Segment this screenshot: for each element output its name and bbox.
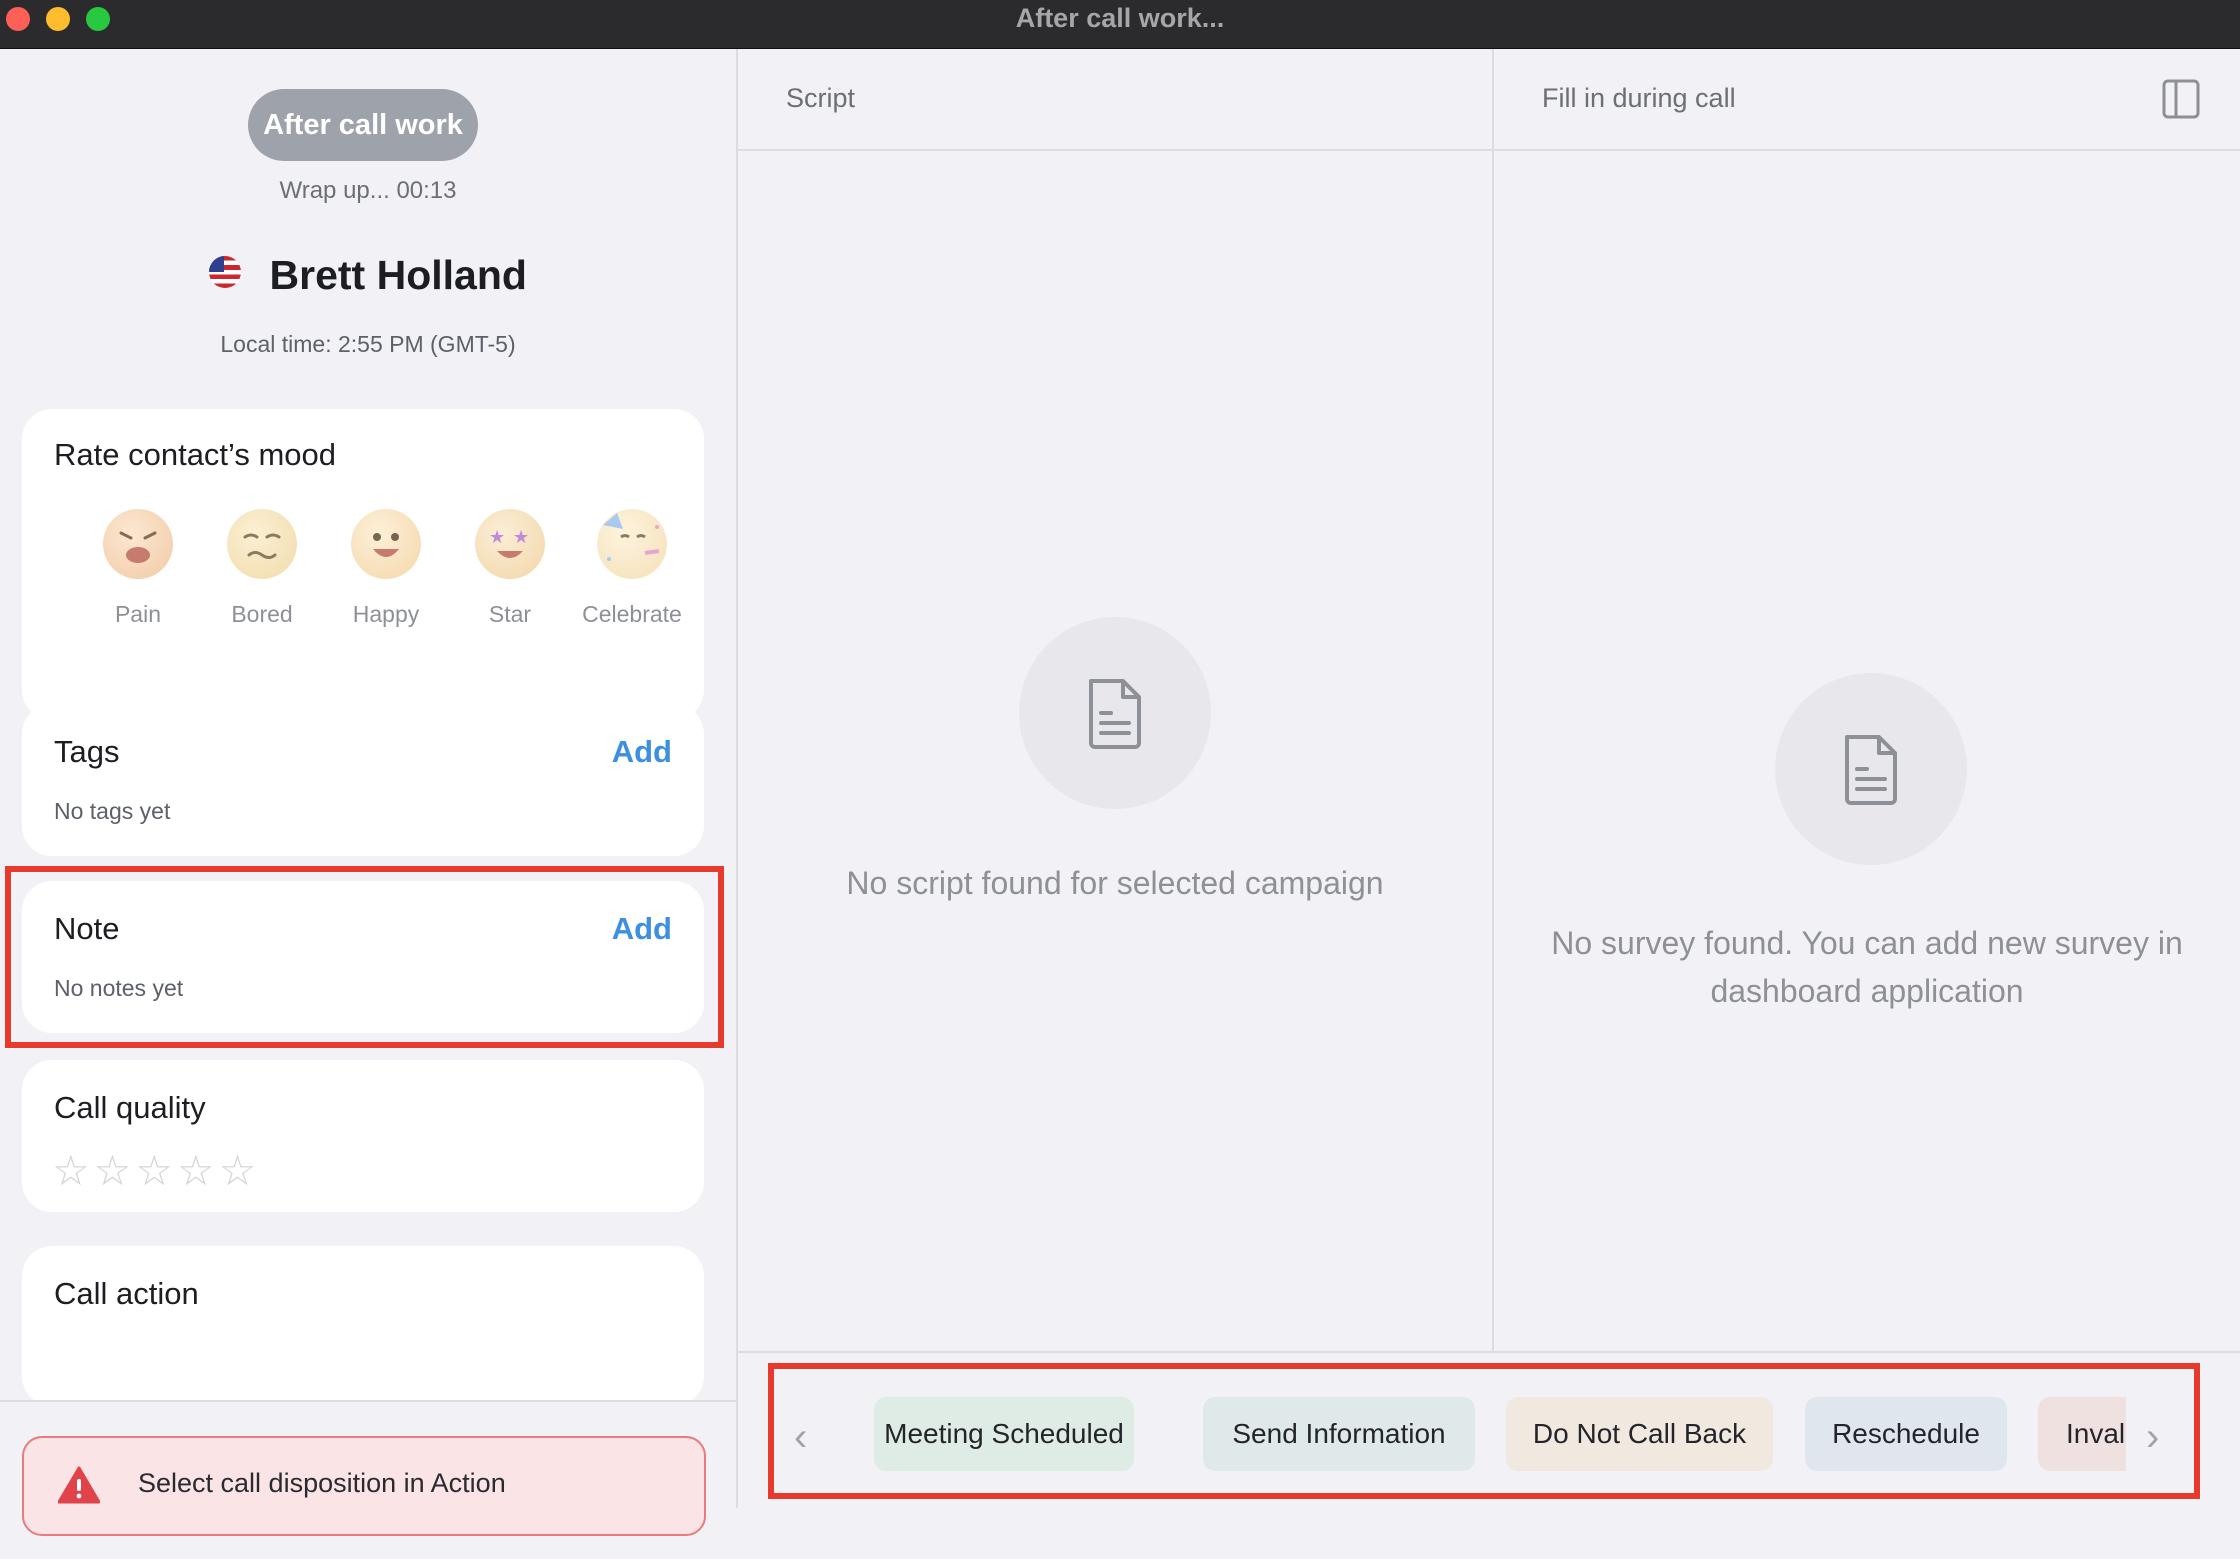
- mood-label: Happy: [352, 601, 420, 627]
- tags-title: Tags: [54, 734, 120, 769]
- script-title: Script: [786, 83, 856, 113]
- star-icon[interactable]: ☆: [94, 1146, 132, 1195]
- call-action-title: Call action: [54, 1276, 199, 1311]
- tags-card: Tags Add No tags yet: [22, 704, 704, 856]
- disposition-alert: Select call disposition in Action: [22, 1436, 706, 1536]
- highlight-disposition-box: [768, 1363, 2200, 1499]
- call-quality-card: Call quality ☆☆☆☆☆: [22, 1060, 704, 1212]
- window-title: After call work...: [1015, 3, 1225, 33]
- bored-face-icon: [227, 509, 297, 579]
- mood-label: Pain: [114, 601, 162, 627]
- script-column: Script No script found for selected camp…: [738, 49, 1494, 1352]
- highlight-note-box: [5, 866, 724, 1048]
- wrapup-timer: Wrap up... 00:13: [279, 177, 457, 204]
- star-icon[interactable]: ☆: [219, 1146, 257, 1195]
- mood-label: Bored: [231, 601, 293, 627]
- mood-option-bored[interactable]: Bored: [212, 509, 312, 628]
- svg-text:★: ★: [513, 527, 529, 547]
- pain-face-icon: [103, 509, 173, 579]
- call-quality-stars: ☆☆☆☆☆: [52, 1146, 260, 1195]
- survey-empty-text: No survey found. You can add new survey …: [1551, 925, 2183, 1009]
- right-area: Script No script found for selected camp…: [738, 49, 2240, 1510]
- happy-face-icon: [351, 509, 421, 579]
- survey-empty-illustration: [1775, 673, 1967, 865]
- mood-card: Rate contact’s mood Pain Bored Happy ★ ★ …: [22, 409, 704, 720]
- star-icon[interactable]: ☆: [135, 1146, 173, 1195]
- tags-empty-text: No tags yet: [54, 798, 171, 824]
- disposition-bar: ‹ Meeting Scheduled Send Information Do …: [738, 1351, 2240, 1510]
- left-panel: After call work Wrap up... 00:13 Brett H…: [0, 49, 738, 1559]
- document-icon: [1845, 735, 1897, 805]
- contact-header: Brett Holland: [0, 252, 736, 312]
- mood-label: Celebrate: [582, 601, 682, 627]
- star-icon[interactable]: ☆: [52, 1146, 90, 1195]
- mood-option-happy[interactable]: Happy: [336, 509, 436, 628]
- svg-text:★: ★: [489, 527, 505, 547]
- mood-option-pain[interactable]: Pain: [88, 509, 188, 628]
- contact-name: Brett Holland: [269, 252, 527, 298]
- mood-option-celebrate[interactable]: Celebrate: [582, 509, 682, 628]
- contact-local-time: Local time: 2:55 PM (GMT-5): [220, 331, 516, 357]
- warning-icon: [58, 1466, 100, 1504]
- mood-label: Star: [488, 601, 532, 627]
- mood-title: Rate contact’s mood: [54, 437, 337, 472]
- alert-text: Select call disposition in Action: [138, 1468, 506, 1498]
- sidebar-toggle-icon[interactable]: [2162, 79, 2200, 119]
- script-header: Script: [738, 49, 1492, 151]
- star-eyes-face-icon: ★ ★: [475, 509, 545, 579]
- document-icon: [1089, 679, 1141, 749]
- mood-option-star[interactable]: ★ ★ Star: [460, 509, 560, 628]
- party-face-icon: [597, 509, 667, 579]
- survey-header: Fill in during call: [1494, 49, 2240, 151]
- window-titlebar: After call work...: [0, 0, 2240, 49]
- call-action-card: Call action: [22, 1246, 704, 1406]
- us-flag-icon: [209, 255, 242, 288]
- script-empty-text: No script found for selected campaign: [846, 865, 1384, 901]
- survey-title: Fill in during call: [1542, 83, 1736, 113]
- after-call-work-status: After call work: [248, 89, 478, 161]
- survey-column: Fill in during call No survey found. You…: [1494, 49, 2240, 1352]
- script-empty-illustration: [1019, 617, 1211, 809]
- bottom-left-footer: Select call disposition in Action: [0, 1400, 736, 1559]
- call-quality-title: Call quality: [54, 1090, 206, 1125]
- add-tag-button[interactable]: Add: [612, 734, 672, 770]
- star-icon[interactable]: ☆: [177, 1146, 215, 1195]
